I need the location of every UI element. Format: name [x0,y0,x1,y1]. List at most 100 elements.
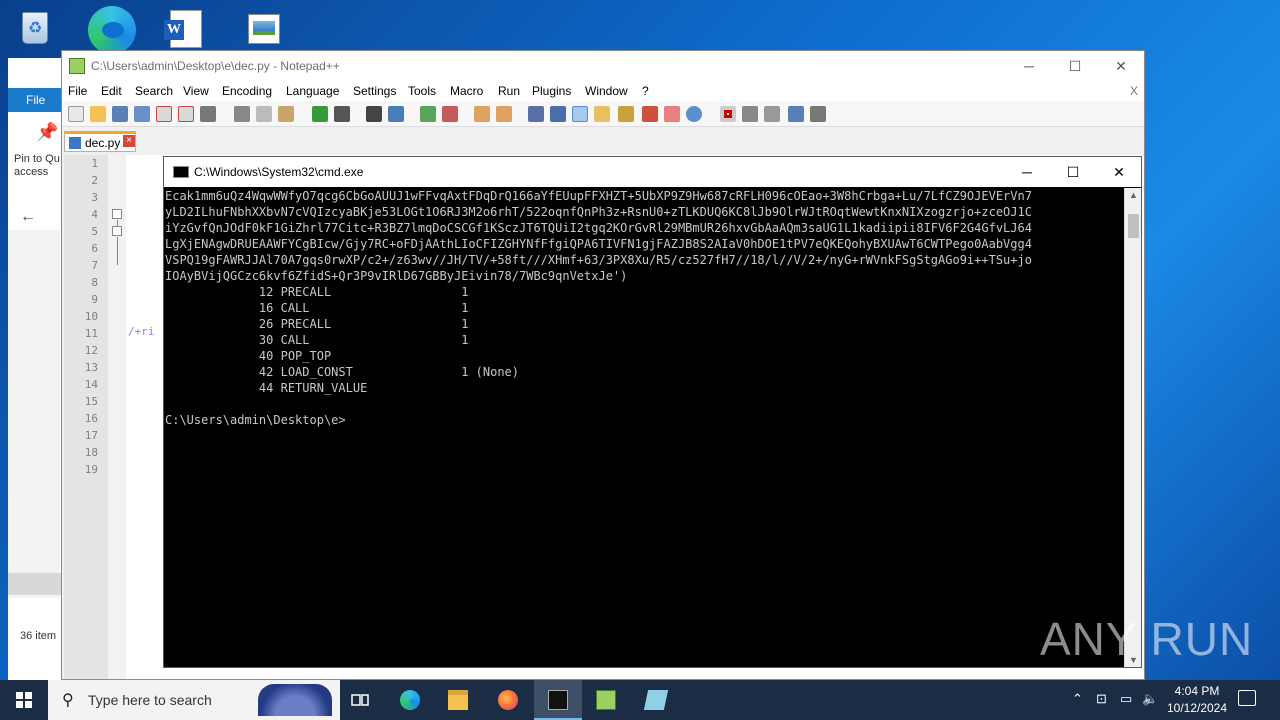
console-line: C:\Users\admin\Desktop\e> [165,413,346,427]
save-all-icon[interactable] [134,106,150,122]
taskbar-search-box[interactable]: ⚲ Type here to search [48,680,340,720]
maximize-button[interactable]: ☐ [1052,51,1098,81]
stop-macro-icon[interactable] [742,106,758,122]
function-list-icon[interactable] [642,106,658,122]
notepad-taskbar-icon[interactable] [632,680,680,720]
find-icon[interactable] [366,106,382,122]
image-file-icon[interactable] [244,4,284,50]
cmd-taskbar-icon[interactable] [534,680,582,720]
menu-run[interactable]: Run [498,84,520,98]
recycle-bin-icon[interactable] [14,4,54,50]
play-macro-icon[interactable] [764,106,780,122]
minimize-button[interactable]: ─ [1006,51,1052,81]
close-tab-icon[interactable]: × [123,135,135,147]
close-all-icon[interactable] [178,106,194,122]
word-wrap-icon[interactable] [528,106,544,122]
menu-help[interactable]: ? [642,84,649,98]
close-button[interactable]: ✕ [1098,51,1144,81]
record-macro-icon[interactable] [720,106,736,122]
line-number: 4 [91,208,98,221]
line-number: 11 [84,327,98,340]
show-hidden-icons-chevron-icon[interactable]: ⌃ [1072,691,1083,707]
save-icon[interactable] [112,106,128,122]
scroll-up-icon[interactable]: ▲ [1129,190,1138,200]
sync-vertical-icon[interactable] [474,106,490,122]
new-file-icon[interactable] [68,106,84,122]
line-number: 8 [91,276,98,289]
paste-icon[interactable] [278,106,294,122]
menu-plugins[interactable]: Plugins [532,84,571,98]
notification-center-icon[interactable] [1238,690,1256,706]
notepadpp-titlebar[interactable]: C:\Users\admin\Desktop\e\dec.py - Notepa… [62,51,1144,81]
menu-settings[interactable]: Settings [353,84,396,98]
menu-file[interactable]: File [68,84,87,98]
cmd-title: C:\Windows\System32\cmd.exe [194,165,364,179]
file-tab-icon [69,137,81,149]
console-line: 44 RETURN_VALUE [165,381,368,395]
menu-window[interactable]: Window [585,84,628,98]
undo-icon[interactable] [312,106,328,122]
item-count: 36 item [20,630,57,642]
open-file-icon[interactable] [90,106,106,122]
print-icon[interactable] [200,106,216,122]
cmd-app-icon [173,166,189,178]
tab-dec-py[interactable]: dec.py × [64,131,136,152]
console-line: Ecak1mm6uQz4WqwWWfyO7qcg6CbGoAUUJ1wFFvqA… [165,189,1032,203]
menu-encoding[interactable]: Encoding [222,84,272,98]
cmd-close-button[interactable]: ✕ [1096,157,1142,187]
cmd-maximize-button[interactable]: ☐ [1050,157,1096,187]
copy-icon[interactable] [256,106,272,122]
udl-icon[interactable] [594,106,610,122]
replace-icon[interactable] [388,106,404,122]
menu-search[interactable]: Search [135,84,173,98]
save-macro-icon[interactable] [810,106,826,122]
edge-desktop-icon[interactable] [86,4,136,54]
folder-workspace-icon[interactable] [664,106,680,122]
monitoring-icon[interactable] [686,106,702,122]
pin-icon[interactable]: 📌 [36,122,58,143]
back-arrow-icon[interactable]: ← [20,208,36,226]
menu-view[interactable]: View [183,84,209,98]
fold-toggle-icon[interactable] [112,209,122,219]
task-view-icon[interactable] [336,680,384,720]
cmd-titlebar[interactable]: C:\Windows\System32\cmd.exe ─ ☐ ✕ [164,157,1141,187]
scroll-thumb[interactable] [1128,214,1139,238]
zoom-out-icon[interactable] [442,106,458,122]
doc-map-icon[interactable] [618,106,634,122]
notepadpp-taskbar-icon[interactable] [582,680,630,720]
edge-taskbar-icon[interactable] [386,680,434,720]
explorer-file-tab[interactable]: File [8,88,68,112]
explorer-scrollbar[interactable] [8,573,68,595]
menu-language[interactable]: Language [286,84,339,98]
sync-horizontal-icon[interactable] [496,106,512,122]
cmd-console-output[interactable]: Ecak1mm6uQz4WqwWWfyO7qcg6CbGoAUUJ1wFFvqA… [165,188,1125,667]
menu-tools[interactable]: Tools [408,84,436,98]
volume-icon[interactable]: 🔈 [1142,691,1158,707]
network-icon[interactable]: ▭ [1120,691,1132,707]
run-macro-multiple-icon[interactable] [788,106,804,122]
indent-guide-icon[interactable] [572,106,588,122]
notepadpp-tabbar: dec.py × [62,129,1144,153]
cmd-scrollbar[interactable]: ▲ ▼ [1124,188,1141,667]
notepadpp-app-icon [69,58,85,74]
close-file-icon[interactable] [156,106,172,122]
file-explorer-taskbar-icon[interactable] [434,680,482,720]
close-document-x[interactable]: X [1130,84,1138,98]
explorer-nav-pane [8,230,60,598]
menu-edit[interactable]: Edit [101,84,122,98]
firefox-taskbar-icon[interactable] [484,680,532,720]
start-button[interactable] [0,680,48,720]
zoom-in-icon[interactable] [420,106,436,122]
redo-icon[interactable] [334,106,350,122]
line-number: 18 [84,446,98,459]
show-all-chars-icon[interactable] [550,106,566,122]
cut-icon[interactable] [234,106,250,122]
line-number: 10 [84,310,98,323]
menu-macro[interactable]: Macro [450,84,483,98]
device-icon[interactable]: ⊡ [1096,691,1107,707]
taskbar-clock[interactable]: 4:04 PM 10/12/2024 [1160,683,1234,717]
fold-toggle-icon[interactable] [112,226,122,236]
word-document-icon[interactable]: W [164,4,204,50]
cmd-minimize-button[interactable]: ─ [1004,157,1050,187]
